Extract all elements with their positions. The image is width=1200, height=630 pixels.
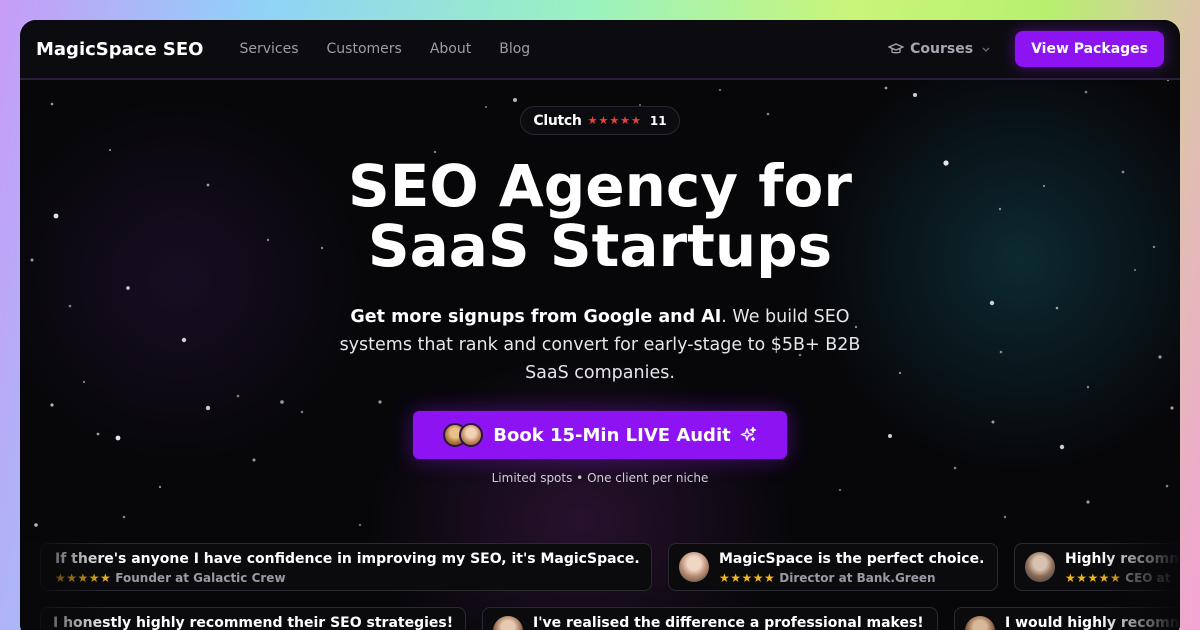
courses-label: Courses [910, 41, 974, 57]
testimonial-quote: If there's anyone I have confidence in i… [55, 551, 640, 567]
hero-headline: SEO Agency for SaaS Startups [250, 156, 950, 276]
headline-line-1: SEO Agency for [348, 152, 852, 220]
nav-link-services[interactable]: Services [239, 41, 298, 57]
nav-link-blog[interactable]: Blog [499, 41, 530, 57]
marquee-fade-left [20, 540, 110, 630]
testimonial-card: If there's anyone I have confidence in i… [40, 543, 652, 591]
nav-link-about[interactable]: About [430, 41, 471, 57]
avatar [965, 616, 995, 630]
cta-avatars [443, 423, 485, 447]
book-audit-label: Book 15-Min LIVE Audit [493, 424, 731, 446]
nav-links: Services Customers About Blog [225, 41, 544, 57]
book-audit-button[interactable]: Book 15-Min LIVE Audit [413, 411, 787, 459]
testimonial-quote: I honestly highly recommend their SEO st… [53, 615, 454, 630]
testimonial-quote: MagicSpace is the perfect choice. [719, 551, 985, 567]
rating-stars: ★★★★★ [719, 571, 776, 585]
testimonial-quote: I've realised the difference a professio… [533, 615, 924, 630]
chevron-down-icon [982, 47, 990, 52]
nav-right: Courses View Packages [888, 31, 1180, 67]
testimonial-card: I've realised the difference a professio… [482, 607, 938, 630]
clutch-rating-badge[interactable]: Clutch ★★★★★ 11 [520, 106, 680, 135]
headline-line-2: SaaS Startups [367, 212, 833, 280]
top-navbar: MagicSpace SEO Services Customers About … [20, 20, 1180, 80]
avatar [493, 616, 523, 630]
subheadline-bold: Get more signups from Google and AI [350, 307, 722, 327]
testimonial-role: Founder at Galactic Crew [115, 571, 286, 585]
testimonial-meta: ★★★★★ Director at Bank.Green [719, 571, 936, 585]
avatar [679, 552, 709, 582]
testimonial-card: MagicSpace is the perfect choice. ★★★★★ D… [668, 543, 998, 591]
page-frame: MagicSpace SEO Services Customers About … [20, 20, 1180, 630]
courses-dropdown[interactable]: Courses [888, 41, 991, 57]
nav-link-customers[interactable]: Customers [327, 41, 402, 57]
clutch-stars: ★★★★★ [587, 114, 642, 127]
availability-note: Limited spots • One client per niche [491, 471, 709, 485]
graduation-cap-icon [888, 43, 905, 54]
avatar [459, 423, 484, 447]
hero-subheadline: Get more signups from Google and AI. We … [320, 303, 880, 387]
view-packages-button[interactable]: View Packages [1015, 31, 1164, 67]
brand-logo[interactable]: MagicSpace SEO [36, 39, 203, 60]
clutch-logo: Clutch [533, 112, 582, 129]
marquee-fade-right [1100, 540, 1180, 630]
testimonial-role: Director at Bank.Green [779, 571, 936, 585]
avatar [1025, 552, 1055, 582]
clutch-review-count: 11 [649, 113, 667, 128]
sparkles-icon [740, 426, 756, 442]
